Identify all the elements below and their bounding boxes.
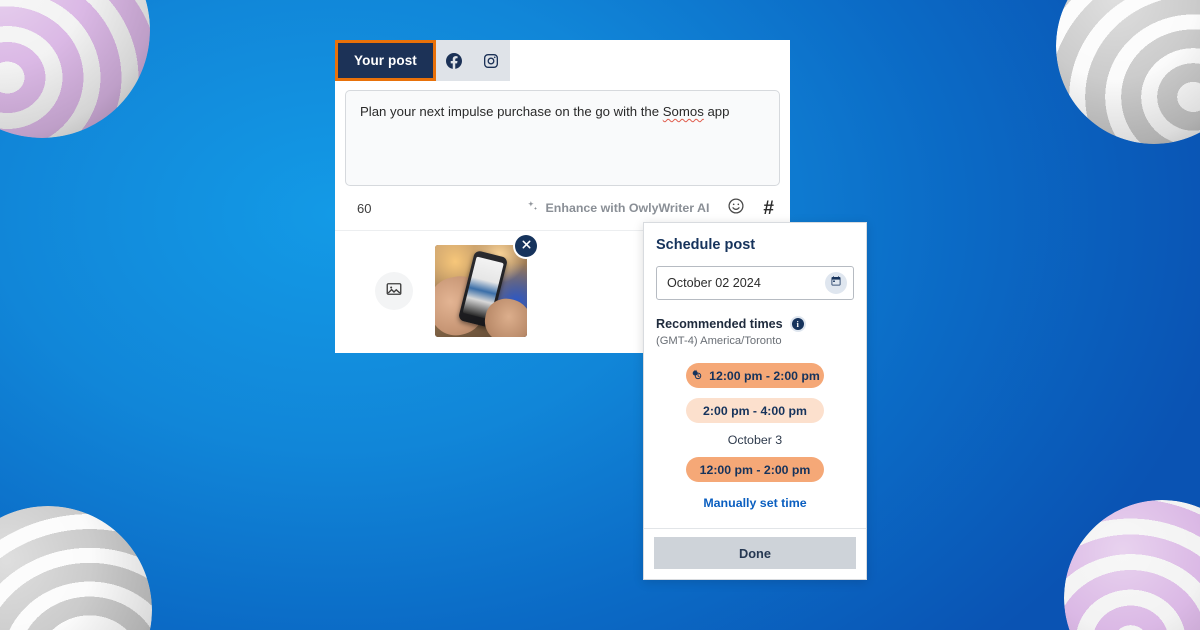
schedule-date-value: October 02 2024 (667, 276, 761, 290)
schedule-panel-title: Schedule post (656, 237, 756, 253)
instagram-icon (483, 53, 499, 69)
tab-facebook[interactable] (435, 40, 473, 81)
add-media-button[interactable] (375, 272, 413, 310)
sphere-shading (0, 0, 150, 138)
decorative-sphere-bottom-left (0, 506, 152, 630)
hashtag-button[interactable]: # (763, 199, 774, 218)
decorative-sphere-bottom-right (1064, 500, 1200, 630)
owlywriter-ai-button[interactable]: Enhance with OwlyWriter AI (526, 200, 710, 216)
sphere-shading (1056, 0, 1200, 144)
media-thumbnail[interactable] (435, 245, 527, 337)
calendar-picker-button[interactable] (825, 272, 847, 294)
tab-your-post[interactable]: Your post (335, 40, 436, 81)
post-text-content: Plan your next impulse purchase on the g… (360, 103, 765, 121)
composer-toolbar-actions: Enhance with OwlyWriter AI # (526, 197, 774, 220)
schedule-post-panel: Schedule post October 02 2024 Recommende… (643, 222, 867, 580)
image-placeholder-icon (385, 280, 403, 303)
screenshot-canvas: Your post Plan your next impulse purchas… (0, 0, 1200, 630)
post-text-before: Plan your next impulse purchase on the g… (360, 104, 663, 119)
schedule-date-field[interactable]: October 02 2024 (656, 266, 854, 300)
timezone-label: (GMT-4) America/Toronto (656, 335, 782, 347)
manually-set-time-link[interactable]: Manually set time (656, 496, 854, 510)
schedule-panel-content: Schedule post October 02 2024 Recommende… (644, 223, 866, 528)
owlywriter-label: Enhance with OwlyWriter AI (545, 201, 710, 215)
info-icon-glyph: i (791, 318, 804, 330)
hashtag-icon: # (763, 197, 774, 219)
emoji-icon (727, 197, 745, 220)
sparkle-icon (526, 200, 539, 216)
remove-media-button[interactable] (515, 235, 537, 257)
decorative-sphere-top-left (0, 0, 150, 138)
close-icon (521, 237, 532, 255)
recommended-times-header: Recommended times i (656, 316, 854, 332)
time-slot-option[interactable]: 12:00 pm - 2:00 pm (686, 363, 824, 388)
facebook-icon (446, 52, 463, 69)
time-slot-option[interactable]: 2:00 pm - 4:00 pm (686, 398, 824, 423)
media-thumbnail-wrapper (435, 235, 537, 337)
tab-bar-filler (509, 40, 790, 81)
character-count: 60 (357, 200, 372, 216)
post-text-after: app (703, 104, 730, 119)
time-slot-label: 12:00 pm - 2:00 pm (709, 368, 820, 383)
time-slot-option[interactable]: 12:00 pm - 2:00 pm (686, 457, 824, 482)
sphere-shading (1064, 500, 1200, 630)
tab-your-post-label: Your post (354, 53, 417, 68)
schedule-panel-footer: Done (644, 528, 866, 579)
calendar-icon (830, 274, 842, 292)
done-button[interactable]: Done (654, 537, 856, 569)
tab-instagram[interactable] (472, 40, 510, 81)
post-text-editor[interactable]: Plan your next impulse purchase on the g… (345, 90, 780, 186)
sphere-shading (0, 506, 152, 630)
emoji-picker-button[interactable] (727, 197, 745, 220)
owl-clock-icon (690, 368, 703, 384)
schedule-day-label: October 3 (727, 433, 783, 447)
post-text-misspelled: Somos (662, 104, 704, 119)
time-slot-label: 12:00 pm - 2:00 pm (699, 462, 811, 477)
time-slot-label: 2:00 pm - 4:00 pm (703, 403, 807, 418)
info-icon[interactable]: i (789, 316, 806, 332)
composer-tab-bar: Your post (335, 40, 790, 81)
recommended-times-label: Recommended times (656, 317, 783, 331)
decorative-sphere-top-right (1056, 0, 1200, 144)
